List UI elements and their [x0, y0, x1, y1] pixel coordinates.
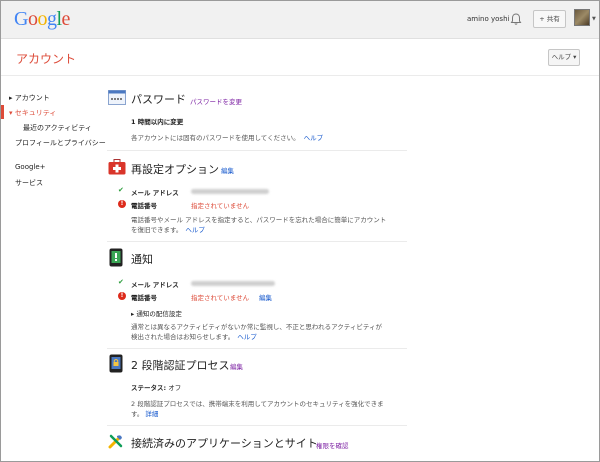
notify-help-link[interactable]: ヘルプ	[237, 333, 257, 341]
sidebar-item-account[interactable]: ▸ アカウント	[9, 93, 50, 103]
chevron-down-icon[interactable]: ▼	[592, 16, 596, 22]
lock-phone-icon	[109, 354, 123, 373]
phone-icon	[109, 248, 123, 267]
recovery-phone-value: 指定されていません	[191, 202, 250, 210]
password-icon	[108, 90, 126, 105]
password-help-link[interactable]: ヘルプ	[304, 134, 324, 142]
recovery-section-title: 再設定オプション	[131, 163, 219, 176]
notify-desc-line1: 通常とは異なるアクティビティがないか常に監視し、不正と思われるアクティビティが	[131, 323, 382, 331]
password-desc-text: 各アカウントには固有のパスワードを使用してください。	[131, 134, 300, 142]
sidebar-item-services[interactable]: サービス	[15, 178, 43, 188]
account-header: アカウント ヘルプ ▾	[1, 39, 599, 76]
page-frame: Google amino yoshi + 共有 ▼ アカウント ヘルプ ▾ ▸ …	[0, 0, 600, 462]
review-permissions-link[interactable]: 権限を確認	[316, 440, 349, 450]
recovery-edit-link[interactable]: 編集	[221, 165, 234, 175]
recovery-desc-line2: を復旧できます。	[131, 226, 183, 234]
bell-icon[interactable]	[509, 12, 523, 26]
two-step-section-title: 2 段階認証プロセス	[131, 359, 230, 372]
recovery-help-link[interactable]: ヘルプ	[185, 226, 205, 234]
logo-letter: g	[46, 8, 57, 30]
change-password-link[interactable]: パスワードを変更	[190, 96, 242, 106]
two-step-details-link[interactable]: 詳細	[145, 410, 158, 418]
sidebar-item-google-plus[interactable]: Google+	[15, 163, 46, 171]
notify-edit-link[interactable]: 編集	[259, 292, 272, 302]
check-icon: ✔	[118, 186, 124, 194]
notify-desc-line2: 検出された場合はお知らせします。	[131, 333, 235, 341]
recovery-description-line2: を復旧できます。 ヘルプ	[131, 224, 205, 234]
sidebar-active-indicator	[1, 105, 4, 119]
recovery-email-value-redacted	[191, 189, 269, 194]
warning-icon: !	[118, 200, 126, 208]
recovery-email-label: メール アドレス	[131, 189, 179, 197]
notify-phone-value: 指定されていません	[191, 294, 250, 302]
page-title: アカウント	[16, 52, 77, 66]
divider	[107, 241, 407, 242]
help-button[interactable]: ヘルプ ▾	[548, 49, 580, 66]
two-step-description-line2: す。 詳細	[131, 408, 158, 418]
logo-letter: e	[61, 8, 71, 30]
notify-email-value-redacted	[191, 281, 275, 286]
recovery-phone-label: 電話番号	[131, 202, 157, 210]
recovery-desc-line1: 電話番号やメール アドレスを指定すると、パスワードを忘れた場合に簡単にアカウント	[131, 216, 387, 224]
two-step-status-value: オフ	[168, 384, 182, 392]
user-name-link[interactable]: amino yoshi	[467, 15, 509, 23]
notify-description-line2: 検出された場合はお知らせします。 ヘルプ	[131, 331, 257, 341]
password-section-title: パスワード	[131, 93, 186, 106]
two-step-status-label: ステータス:	[131, 384, 167, 392]
sidebar-item-profile-privacy[interactable]: プロフィールとプライバシー	[15, 138, 106, 148]
warning-icon: !	[118, 292, 126, 300]
two-step-desc-line1: 2 段階認証プロセスでは、携帯端末を利用してアカウントのセキュリティを強化できま	[131, 400, 384, 408]
divider	[107, 150, 407, 151]
two-step-status: ステータス: オフ	[131, 382, 181, 392]
connected-apps-section-title: 接続済みのアプリケーションとサイト	[131, 437, 318, 450]
notifications-section-title: 通知	[131, 253, 153, 266]
first-aid-kit-icon	[108, 159, 126, 175]
notify-email-label: メール アドレス	[131, 281, 179, 289]
notification-delivery-toggle[interactable]: ▸ 通知の配信設定	[131, 308, 182, 318]
share-button[interactable]: + 共有	[533, 10, 566, 28]
sidebar-item-security[interactable]: ▾ セキュリティ	[9, 108, 56, 118]
top-bar: Google amino yoshi + 共有 ▼	[1, 1, 599, 39]
google-logo[interactable]: Google	[14, 8, 70, 31]
sidebar-item-recent-activity[interactable]: 最近のアクティビティ	[23, 123, 92, 133]
tools-icon	[108, 434, 123, 449]
divider	[107, 425, 407, 426]
logo-letter: o	[37, 8, 47, 30]
two-step-edit-link[interactable]: 編集	[230, 361, 243, 371]
logo-letter: o	[27, 8, 38, 30]
password-description: 各アカウントには固有のパスワードを使用してください。 ヘルプ	[131, 132, 323, 142]
divider	[107, 348, 407, 349]
avatar[interactable]	[574, 9, 590, 26]
check-icon: ✔	[118, 278, 124, 286]
notify-phone-label: 電話番号	[131, 294, 157, 302]
logo-letter: G	[14, 8, 28, 30]
password-changed-text: 1 時間以内に変更	[131, 118, 184, 126]
two-step-desc-line2: す。	[131, 410, 144, 418]
